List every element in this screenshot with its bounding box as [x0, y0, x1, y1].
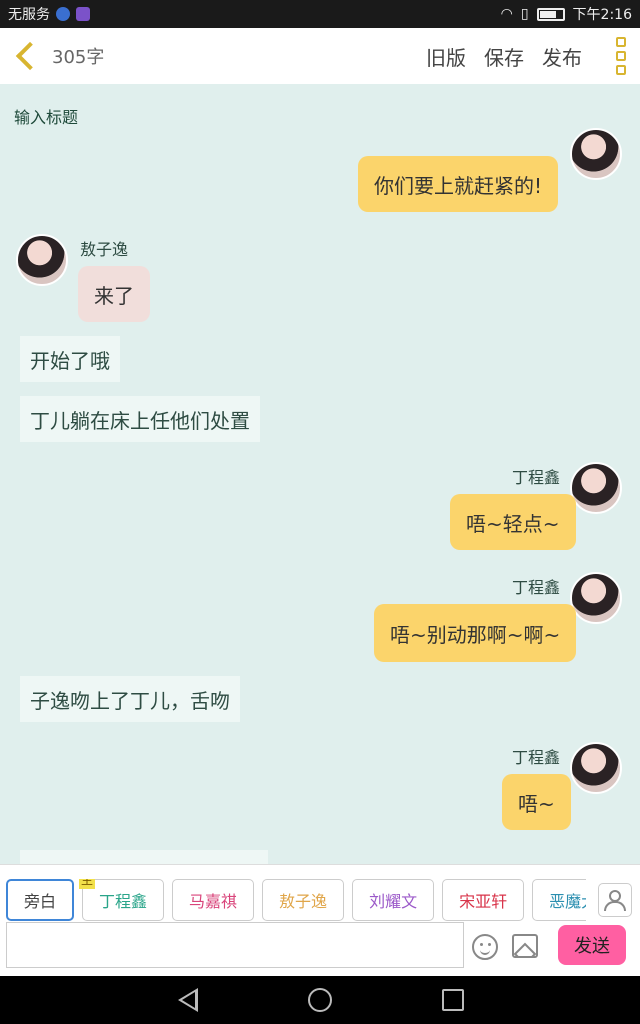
role-chip[interactable]: 宋亚轩 [442, 879, 525, 921]
chat-area[interactable]: 你们要上就赶紧的! 敖子逸 来了 开始了哦 丁儿躺在床上任他们处置 丁程鑫 唔~… [0, 84, 640, 864]
system-nav-bar [0, 976, 640, 1024]
back-button[interactable]: 305字 [14, 41, 105, 71]
carrier-text: 无服务 [8, 7, 50, 23]
battery-icon [536, 7, 565, 21]
message-bubble[interactable]: 你们要上就赶紧的! [358, 156, 559, 212]
hotspot-icon [56, 7, 70, 21]
word-count: 305字 [52, 47, 105, 68]
avatar[interactable] [570, 128, 622, 180]
title-input[interactable]: 输入标题 [14, 104, 78, 128]
role-chip[interactable]: 敖子逸 [262, 879, 345, 921]
more-dot-icon [616, 37, 626, 47]
more-menu-button[interactable] [616, 37, 626, 75]
emoji-icon[interactable] [472, 934, 498, 960]
narration-bubble[interactable]: 子逸吻上了丁儿，舌吻 [20, 676, 240, 722]
role-chip[interactable]: 恶魔大大 [532, 879, 586, 921]
avatar[interactable] [570, 742, 622, 794]
message-input[interactable] [6, 922, 464, 968]
nav-recents-icon[interactable] [442, 989, 464, 1011]
sim-icon: ▯ [520, 6, 529, 22]
role-label: 丁程鑫 [99, 892, 148, 911]
editor-header: 305字 旧版 保存 发布 [0, 28, 640, 84]
role-chip-narrator[interactable]: 旁白 [6, 879, 75, 921]
more-dot-icon [616, 51, 626, 61]
more-dot-icon [616, 65, 626, 75]
old-version-button[interactable]: 旧版 [426, 42, 466, 71]
chevron-left-icon [15, 41, 45, 71]
avatar[interactable] [570, 572, 622, 624]
role-chip[interactable]: 主 丁程鑫 [79, 879, 165, 921]
status-right: ◠ ▯ 下午2:16 [501, 4, 632, 24]
user-icon-body [604, 901, 626, 911]
send-button[interactable]: 发送 [558, 925, 626, 965]
main-role-tag: 主 [79, 879, 96, 889]
image-icon[interactable] [512, 934, 538, 958]
add-role-button[interactable] [598, 883, 632, 917]
speaker-name: 丁程鑫 [512, 578, 561, 597]
nav-home-icon[interactable] [308, 988, 332, 1012]
message-bubble[interactable]: 唔~轻点~ [450, 494, 576, 550]
narration-bubble-partial[interactable] [20, 850, 268, 864]
status-bar: 无服务 ◠ ▯ 下午2:16 [0, 0, 640, 28]
nav-back-icon[interactable] [178, 988, 198, 1012]
avatar[interactable] [16, 234, 68, 286]
status-left: 无服务 [8, 4, 90, 24]
role-chip[interactable]: 刘耀文 [352, 879, 435, 921]
speaker-name: 丁程鑫 [512, 468, 561, 487]
gallery-icon [76, 7, 90, 21]
speaker-name: 敖子逸 [80, 240, 129, 259]
clock-text: 下午2:16 [572, 7, 632, 23]
publish-button[interactable]: 发布 [542, 42, 582, 71]
header-actions: 旧版 保存 发布 [426, 37, 626, 75]
role-list: 旁白 主 丁程鑫 马嘉祺 敖子逸 刘耀文 宋亚轩 恶魔大大 [6, 879, 586, 921]
wifi-icon: ◠ [500, 6, 513, 22]
save-button[interactable]: 保存 [484, 42, 524, 71]
narration-bubble[interactable]: 丁儿躺在床上任他们处置 [20, 396, 260, 442]
avatar[interactable] [570, 462, 622, 514]
message-bubble[interactable]: 来了 [78, 266, 150, 322]
message-bubble[interactable]: 唔~ [502, 774, 571, 830]
speaker-name: 丁程鑫 [512, 748, 561, 767]
message-bubble[interactable]: 唔~别动那啊~啊~ [374, 604, 577, 662]
role-chip[interactable]: 马嘉祺 [172, 879, 255, 921]
narration-bubble[interactable]: 开始了哦 [20, 336, 120, 382]
